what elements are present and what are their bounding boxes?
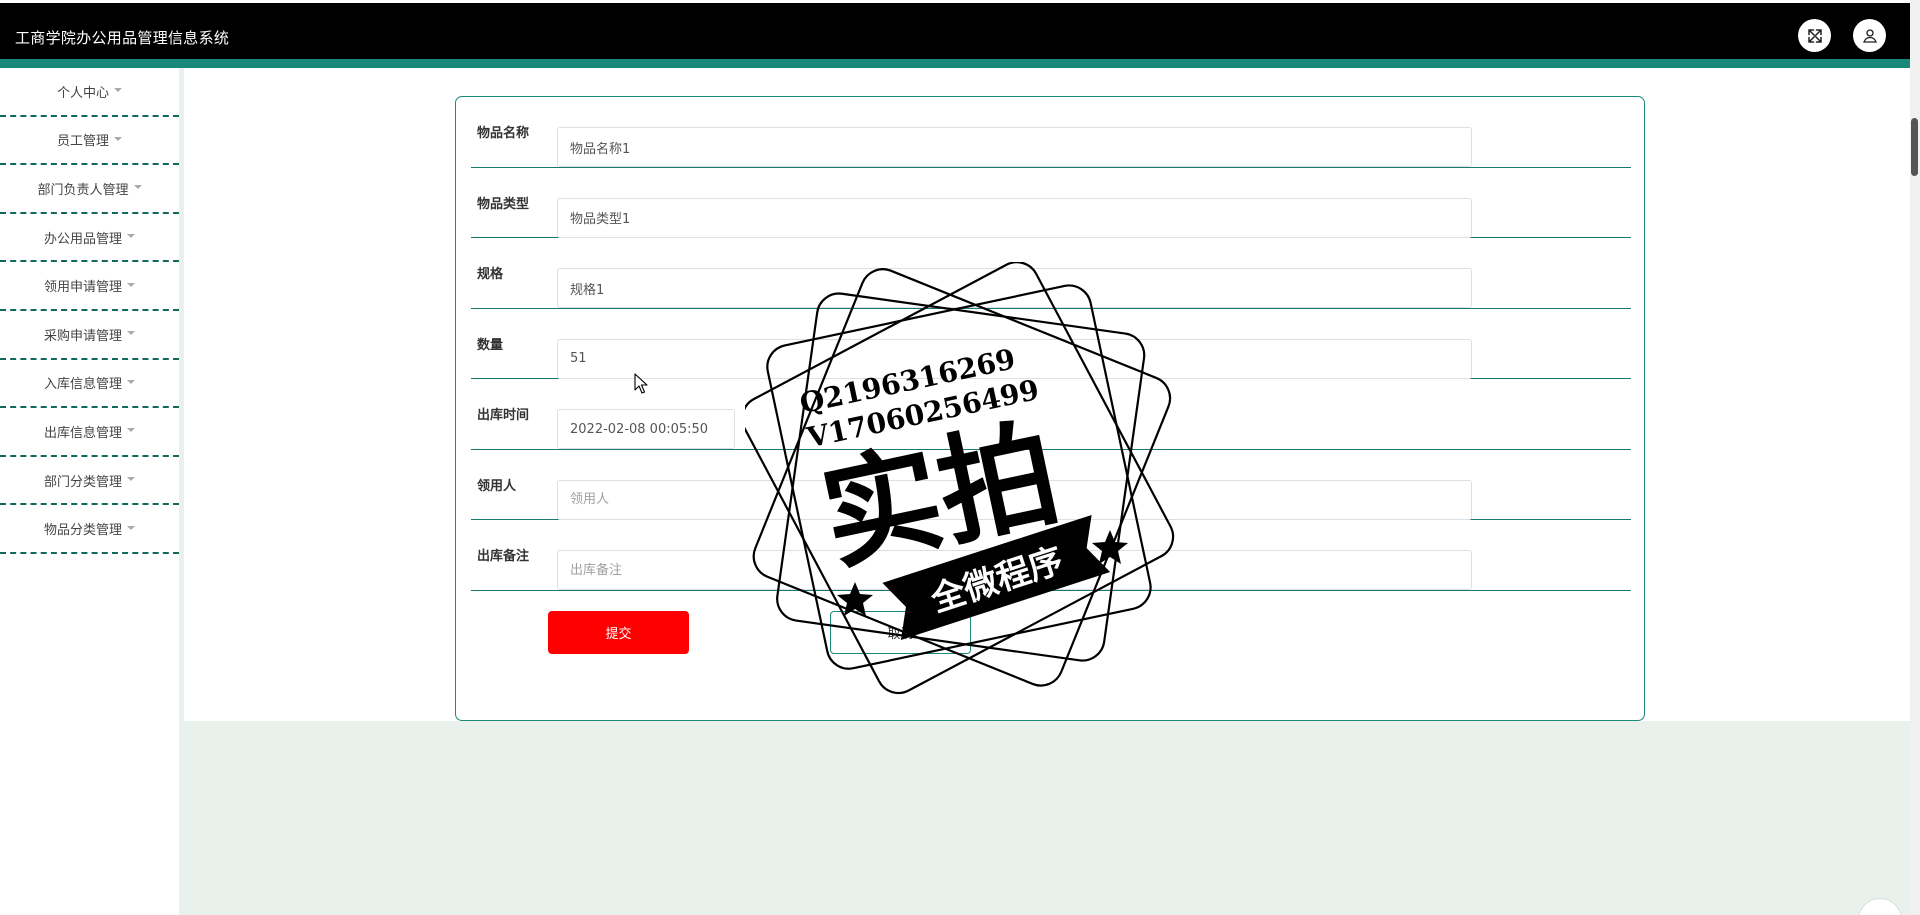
caret-down-icon	[127, 428, 135, 433]
sidebar-item-label: 入库信息管理	[43, 377, 122, 393]
quantity-input[interactable]	[557, 338, 1472, 379]
form-row-spec: 规格	[471, 238, 1631, 309]
item-name-input[interactable]	[557, 127, 1472, 167]
caret-down-icon	[127, 282, 135, 287]
field-label: 物品类型	[477, 196, 530, 212]
sidebar: 个人中心 员工管理 部门负责人管理 办公用品管理 领用申请管理 采购申请管理 入…	[0, 68, 179, 915]
sidebar-item-label: 出库信息管理	[43, 425, 122, 441]
sidebar-item-purchase[interactable]: 采购申请管理	[0, 311, 179, 360]
caret-down-icon	[127, 525, 135, 530]
mouse-cursor-icon	[634, 373, 648, 394]
cancel-button[interactable]: 取消	[830, 611, 971, 654]
sidebar-item-dept-head[interactable]: 部门负责人管理	[0, 165, 179, 214]
header-accent-bar	[0, 59, 1910, 68]
outbound-time-input[interactable]	[557, 409, 735, 449]
sidebar-item-employee[interactable]: 员工管理	[0, 117, 179, 166]
field-label: 领用人	[477, 478, 517, 494]
form-row-recipient: 领用人	[471, 450, 1631, 520]
spec-input[interactable]	[557, 268, 1472, 308]
sidebar-item-label: 采购申请管理	[43, 328, 122, 344]
sidebar-item-personal-center[interactable]: 个人中心	[0, 68, 179, 117]
caret-down-icon	[133, 185, 142, 190]
form-row-remark: 出库备注	[471, 520, 1631, 591]
field-label: 出库时间	[477, 408, 530, 424]
sidebar-item-label: 领用申请管理	[43, 280, 122, 296]
scrollbar-thumb[interactable]	[1911, 118, 1918, 176]
sidebar-item-label: 个人中心	[56, 85, 109, 101]
user-icon	[1862, 28, 1877, 43]
field-label: 出库备注	[477, 549, 530, 565]
sidebar-item-label: 部门分类管理	[43, 474, 122, 490]
sidebar-item-dept-category[interactable]: 部门分类管理	[0, 457, 179, 506]
caret-down-icon	[127, 379, 135, 384]
form-row-item-type: 物品类型	[471, 168, 1631, 238]
sidebar-item-label: 员工管理	[56, 134, 109, 150]
item-type-input[interactable]	[557, 197, 1472, 238]
fullscreen-button[interactable]	[1798, 19, 1831, 52]
sidebar-item-outbound[interactable]: 出库信息管理	[0, 408, 179, 457]
sidebar-item-label: 物品分类管理	[43, 523, 122, 539]
recipient-input[interactable]	[557, 479, 1472, 520]
field-label: 物品名称	[477, 126, 530, 142]
app-title: 工商学院办公用品管理信息系统	[15, 29, 230, 47]
submit-button[interactable]: 提交	[548, 611, 689, 654]
sidebar-item-requisition[interactable]: 领用申请管理	[0, 262, 179, 311]
sidebar-item-label: 部门负责人管理	[37, 182, 129, 198]
sidebar-item-label: 办公用品管理	[43, 231, 122, 247]
top-header: 工商学院办公用品管理信息系统	[0, 0, 1910, 68]
expand-icon	[1807, 28, 1822, 43]
field-label: 规格	[477, 267, 504, 283]
caret-down-icon	[127, 477, 135, 482]
back-to-top-button[interactable]	[1858, 898, 1902, 915]
field-label: 数量	[477, 337, 504, 353]
outbound-form: 物品名称 物品类型 规格 数量 出库时间 领用人 出库备注 提交 取消	[455, 96, 1645, 721]
sidebar-item-inbound[interactable]: 入库信息管理	[0, 360, 179, 409]
remark-input[interactable]	[557, 550, 1472, 590]
sidebar-item-office-supplies[interactable]: 办公用品管理	[0, 214, 179, 263]
sidebar-item-item-category[interactable]: 物品分类管理	[0, 505, 179, 554]
form-row-quantity: 数量	[471, 309, 1631, 379]
caret-down-icon	[127, 331, 135, 336]
caret-down-icon	[114, 136, 122, 141]
user-button[interactable]	[1853, 19, 1886, 52]
caret-down-icon	[127, 234, 135, 239]
form-row-item-name: 物品名称	[471, 97, 1631, 168]
caret-down-icon	[114, 88, 122, 93]
